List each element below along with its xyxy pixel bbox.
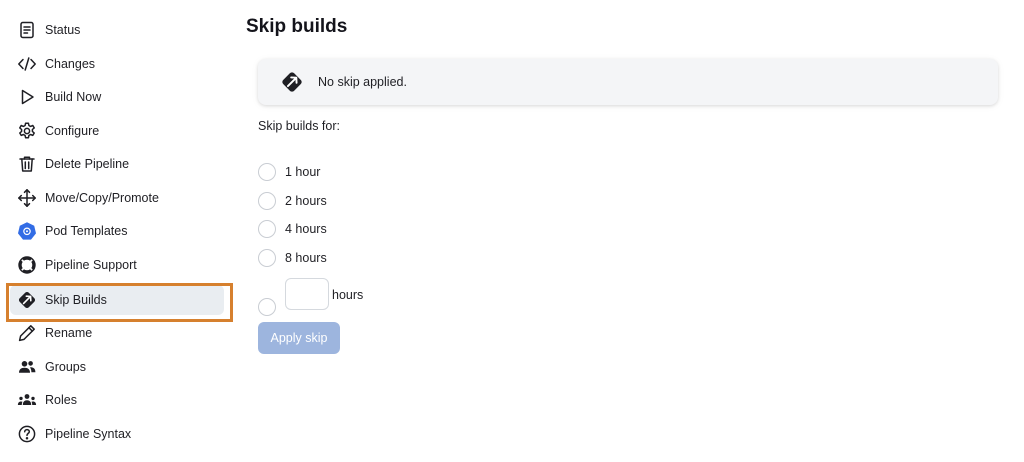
sidebar-item-move-copy-promote[interactable]: Move/Copy/Promote — [10, 183, 224, 213]
sidebar-item-pipeline-support[interactable]: Pipeline Support — [10, 250, 224, 280]
sidebar-item-label: Pipeline Support — [45, 258, 137, 272]
lifebuoy-icon — [17, 255, 37, 275]
sidebar-item-label: Status — [45, 23, 81, 37]
radio-button[interactable] — [258, 220, 276, 238]
sidebar-item-skip-builds[interactable]: Skip Builds — [10, 285, 224, 315]
pencil-icon — [17, 323, 37, 343]
sidebar-item-roles[interactable]: Roles — [10, 385, 224, 415]
sidebar-item-label: Configure — [45, 124, 100, 138]
sidebar-item-label: Rename — [45, 326, 93, 340]
sidebar-item-label: Build Now — [45, 90, 102, 104]
radio-label: 4 hours — [285, 222, 327, 236]
sidebar-item-build-now[interactable]: Build Now — [10, 82, 224, 112]
gear-icon — [17, 121, 37, 141]
radio-option-4-hours[interactable]: 4 hours — [258, 219, 327, 239]
group-icon — [17, 357, 37, 377]
radio-button[interactable] — [258, 249, 276, 267]
sidebar-item-status[interactable]: Status — [10, 15, 224, 45]
sidebar-item-label: Pod Templates — [45, 224, 128, 238]
move-arrows-icon — [17, 188, 37, 208]
radio-button[interactable] — [258, 163, 276, 181]
sidebar-item-label: Roles — [45, 393, 77, 407]
sidebar-item-label: Pipeline Syntax — [45, 427, 132, 441]
sidebar: Status Changes Build Now Configure Delet… — [0, 0, 236, 462]
sidebar-item-pipeline-syntax[interactable]: Pipeline Syntax — [10, 419, 224, 449]
document-icon — [17, 20, 37, 40]
skip-status-notice: No skip applied. — [258, 59, 998, 105]
custom-hours-unit: hours — [332, 288, 364, 302]
code-icon — [17, 54, 37, 74]
sidebar-item-label: Groups — [45, 360, 86, 374]
play-icon — [17, 87, 37, 107]
sidebar-item-configure[interactable]: Configure — [10, 116, 224, 146]
app-window: Status Changes Build Now Configure Delet… — [0, 0, 1024, 462]
sidebar-item-pod-templates[interactable]: Pod Templates — [10, 216, 224, 246]
page-title: Skip builds — [246, 16, 348, 37]
radio-label: 8 hours — [285, 251, 327, 265]
notice-text: No skip applied. — [318, 75, 407, 89]
roles-icon — [17, 390, 37, 410]
trash-icon — [17, 154, 37, 174]
radio-label: 2 hours — [285, 194, 327, 208]
sidebar-item-changes[interactable]: Changes — [10, 49, 224, 79]
skip-builds-icon — [280, 70, 304, 94]
radio-option-2-hours[interactable]: 2 hours — [258, 191, 327, 211]
sidebar-item-label: Skip Builds — [45, 293, 107, 307]
radio-button-custom[interactable] — [258, 298, 276, 316]
skip-builds-for-label: Skip builds for: — [258, 119, 340, 133]
radio-option-1-hour[interactable]: 1 hour — [258, 162, 320, 182]
skip-builds-icon — [17, 290, 37, 310]
apply-skip-button[interactable]: Apply skip — [258, 322, 340, 354]
sidebar-item-label: Move/Copy/Promote — [45, 191, 159, 205]
radio-option-8-hours[interactable]: 8 hours — [258, 248, 327, 268]
main-content: Skip builds No skip applied. Skip builds… — [246, 0, 1024, 462]
sidebar-item-groups[interactable]: Groups — [10, 352, 224, 382]
custom-hours-input[interactable] — [285, 278, 329, 310]
sidebar-item-rename[interactable]: Rename — [10, 318, 224, 348]
sidebar-item-label: Delete Pipeline — [45, 157, 130, 171]
sidebar-item-label: Changes — [45, 57, 96, 71]
question-circle-icon — [17, 424, 37, 444]
sidebar-item-delete-pipeline[interactable]: Delete Pipeline — [10, 149, 224, 179]
radio-button[interactable] — [258, 192, 276, 210]
kubernetes-icon — [17, 221, 37, 241]
radio-label: 1 hour — [285, 165, 321, 179]
